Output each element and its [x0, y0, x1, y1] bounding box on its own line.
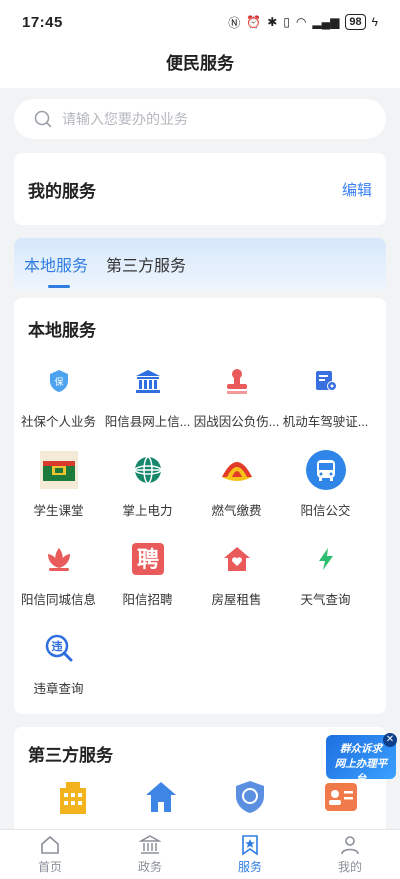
- service-label: 天气查询: [300, 593, 351, 607]
- my-services-card: 我的服务 编辑: [14, 153, 386, 225]
- signal-icon: ▂▄▆: [312, 15, 340, 29]
- service-gas-payment[interactable]: 燃气缴费: [192, 450, 281, 539]
- third-party-services-title: 第三方服务: [28, 746, 113, 765]
- service-label: 阳信公交: [300, 504, 351, 518]
- service-label: 燃气缴费: [211, 504, 262, 518]
- service-tabs: 本地服务 第三方服务: [14, 238, 386, 290]
- bus-icon: [305, 450, 346, 490]
- service-student-class[interactable]: 学生课堂: [14, 450, 103, 539]
- service-star-icon: [242, 835, 258, 856]
- tab-label: 我的: [337, 860, 362, 874]
- alarm-icon: ⏰: [246, 15, 262, 29]
- service-label: 阳信同城信息: [20, 593, 96, 607]
- charging-icon: ϟ: [371, 15, 378, 29]
- service-label: 社保个人业务: [20, 415, 96, 429]
- local-services-grid: 保 社保个人业务 阳信县网上信... 因战因公负伤... 机动车驾驶证... 学…: [14, 361, 372, 717]
- tab-services[interactable]: 服务: [200, 830, 300, 879]
- tab-label: 首页: [37, 860, 62, 874]
- house-icon[interactable]: [144, 780, 178, 814]
- edit-button[interactable]: 编辑: [342, 179, 372, 200]
- building-icon[interactable]: [56, 780, 90, 814]
- classroom-icon: [39, 450, 79, 490]
- status-time: 17:45: [22, 13, 63, 31]
- svg-text:违: 违: [51, 639, 62, 653]
- bluetooth-icon: ✱: [267, 15, 278, 29]
- service-label: 阳信县网上信...: [104, 415, 191, 429]
- violation-search-icon: 违: [39, 628, 79, 668]
- social-security-icon: 保: [39, 361, 79, 401]
- house-heart-icon: [217, 539, 257, 579]
- tab-local-services[interactable]: 本地服务: [24, 252, 88, 288]
- service-label: 掌上电力: [122, 504, 173, 518]
- status-icons: Ⓝ ⏰ ✱ ▯ ◠ ▂▄▆ 98 ϟ: [228, 14, 378, 31]
- tab-home[interactable]: 首页: [0, 830, 100, 879]
- service-weather[interactable]: 天气查询: [281, 539, 370, 628]
- nfc-icon: Ⓝ: [228, 15, 241, 30]
- svg-text:保: 保: [54, 376, 63, 388]
- banner-line-1: 群众诉求: [340, 743, 382, 755]
- service-bus[interactable]: 阳信公交: [281, 450, 370, 539]
- license-card-icon: [306, 361, 346, 401]
- tab-government[interactable]: 政务: [100, 830, 200, 879]
- banner-line-2: 网上办理平台: [334, 758, 388, 785]
- service-violation-query[interactable]: 违 违章查询: [14, 628, 103, 717]
- service-social-security[interactable]: 保 社保个人业务: [14, 361, 103, 450]
- profile-icon: [341, 836, 359, 855]
- close-icon[interactable]: ✕: [383, 733, 397, 747]
- vibrate-icon: ▯: [283, 15, 290, 29]
- battery-indicator: 98: [345, 14, 366, 30]
- search-icon: [34, 110, 52, 128]
- government-building-icon: [128, 361, 168, 401]
- service-label: 学生课堂: [33, 504, 84, 518]
- local-services-title: 本地服务: [28, 321, 96, 340]
- service-city-info[interactable]: 阳信同城信息: [14, 539, 103, 628]
- tab-profile[interactable]: 我的: [300, 830, 400, 879]
- recruit-icon: 聘: [128, 539, 168, 579]
- tab-label: 政务: [137, 860, 162, 874]
- service-online-gov[interactable]: 阳信县网上信...: [103, 361, 192, 450]
- petrochina-icon: [217, 450, 257, 490]
- search-placeholder: 请输入您要办的业务: [62, 111, 188, 127]
- government-icon: [139, 835, 161, 854]
- shield-badge-icon[interactable]: [234, 780, 266, 814]
- svg-text:聘: 聘: [136, 548, 158, 573]
- service-label: 因战因公负伤...: [193, 415, 280, 429]
- tab-third-party-services[interactable]: 第三方服务: [106, 252, 186, 276]
- lotus-icon: [39, 539, 79, 579]
- page-title: 便民服务: [0, 44, 400, 88]
- search-input[interactable]: 请输入您要办的业务: [14, 99, 386, 139]
- local-services-card: 本地服务 保 社保个人业务 阳信县网上信... 因战因公负伤... 机动车驾驶证…: [14, 298, 386, 714]
- service-driver-license[interactable]: 机动车驾驶证...: [281, 361, 370, 450]
- wifi-icon: ◠: [295, 15, 307, 29]
- stamp-icon: [217, 361, 257, 401]
- home-icon: [41, 835, 59, 854]
- service-recruitment[interactable]: 聘 阳信招聘: [103, 539, 192, 628]
- status-bar: 17:45 Ⓝ ⏰ ✱ ▯ ◠ ▂▄▆ 98 ϟ: [0, 0, 400, 44]
- my-services-title: 我的服务: [28, 181, 96, 201]
- service-label: 违章查询: [33, 682, 84, 696]
- service-label: 阳信招聘: [122, 593, 173, 607]
- service-label: 房屋租售: [211, 593, 262, 607]
- third-party-icons-row: [28, 780, 372, 820]
- service-electric-power[interactable]: 掌上电力: [103, 450, 192, 539]
- state-grid-icon: [128, 450, 168, 490]
- service-label: 机动车驾驶证...: [282, 415, 369, 429]
- service-house-rental[interactable]: 房屋租售: [192, 539, 281, 628]
- lightning-icon: [306, 539, 346, 579]
- service-war-injury[interactable]: 因战因公负伤...: [192, 361, 281, 450]
- bottom-tab-bar: 首页 政务 服务 我的: [0, 829, 400, 879]
- tab-label: 服务: [237, 860, 262, 874]
